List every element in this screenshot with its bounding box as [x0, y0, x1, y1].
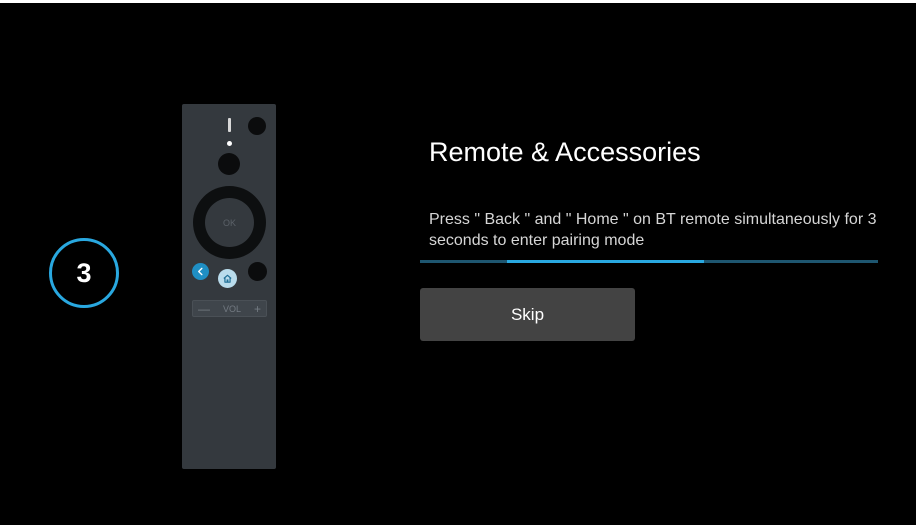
remote-volume-rocker: — VOL + [192, 300, 267, 317]
remote-illustration: OK — VOL + [182, 104, 276, 469]
remote-back-button-icon [192, 263, 209, 280]
instruction-text: Press " Back " and " Home " on BT remote… [429, 211, 877, 249]
remote-mic-icon [228, 118, 231, 132]
remote-dpad: OK [193, 186, 266, 259]
skip-button[interactable]: Skip [420, 288, 635, 341]
remote-menu-button-icon [248, 262, 267, 281]
volume-plus-icon: + [253, 301, 261, 316]
remote-ok-button: OK [205, 198, 254, 247]
remote-power-button-icon [248, 117, 266, 135]
page-title: Remote & Accessories [429, 137, 701, 167]
pairing-progress-bar [420, 260, 878, 263]
volume-minus-icon: — [198, 301, 210, 316]
pairing-progress-fill [507, 260, 704, 263]
remote-ok-label: OK [222, 217, 236, 228]
step-number: 3 [76, 257, 92, 288]
back-chevron-icon [198, 267, 203, 276]
volume-label: VOL [222, 303, 241, 314]
home-icon [223, 274, 232, 283]
pairing-screen: 3 OK — VOL + Remote & Accessories Press … [0, 0, 916, 525]
remote-home-button-icon [218, 269, 237, 288]
remote-voice-button-icon [218, 153, 240, 175]
step-indicator: 3 [49, 238, 119, 308]
remote-led-icon [227, 141, 232, 146]
